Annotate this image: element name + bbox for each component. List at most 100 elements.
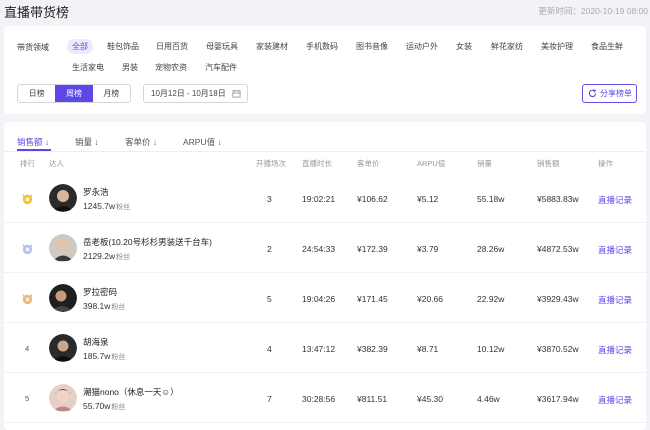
category-beauty-care[interactable]: 美妆护理 [541, 39, 573, 54]
period-weekly[interactable]: 周榜 [55, 85, 93, 102]
category-mens-wear[interactable]: 男装 [122, 60, 138, 75]
arpu-value: ¥5.12 [417, 194, 439, 204]
sort-by-sales[interactable]: 销售额 ↓ [17, 136, 49, 148]
avatar [49, 334, 77, 362]
divider [4, 151, 646, 152]
date-range-picker[interactable]: 10月12日 - 10月18日 [143, 84, 248, 103]
page-title: 直播带货榜 [4, 5, 70, 20]
live-record-link[interactable]: 直播记录 [598, 244, 632, 256]
duration-value: 19:04:26 [302, 294, 336, 304]
streamer-name[interactable]: 罗拉密码 [83, 286, 117, 298]
sales-value: ¥5883.83w [537, 194, 579, 204]
volume-value: 55.18w [477, 194, 505, 204]
category-books-media[interactable]: 图书音像 [356, 39, 388, 54]
live-record-link[interactable]: 直播记录 [598, 344, 632, 356]
sort-by-unit-price[interactable]: 客单价 ↓ [125, 136, 157, 148]
sales-value: ¥3929.43w [537, 294, 579, 304]
avatar [49, 184, 77, 212]
header-streamer: 达人 [49, 159, 64, 168]
sort-by-arpu[interactable]: ARPU值 ↓ [183, 136, 222, 148]
avatar [49, 284, 77, 312]
sort-by-volume[interactable]: 销量 ↓ [75, 136, 99, 148]
category-label: 带货领域 [17, 43, 49, 52]
bronze-medal-icon [22, 293, 33, 305]
header-volume: 销量 [477, 159, 492, 168]
category-pets-agri[interactable]: 宠物农资 [155, 60, 187, 75]
live-record-link[interactable]: 直播记录 [598, 194, 632, 206]
live-record-link[interactable]: 直播记录 [598, 394, 632, 406]
table-row: 岳老板(10.20号杉杉男装送千台车) 2129.2w粉丝 2 24:54:33… [4, 223, 646, 273]
category-shoes-bags[interactable]: 鞋包饰品 [107, 39, 139, 54]
unit-price-value: ¥171.45 [357, 294, 388, 304]
unit-price-value: ¥106.62 [357, 194, 388, 204]
arpu-value: ¥45.30 [417, 394, 443, 404]
table-row: 罗拉密码 398.1w粉丝 5 19:04:26 ¥171.45 ¥20.66 … [4, 273, 646, 323]
unit-price-value: ¥382.39 [357, 344, 388, 354]
header-sessions: 开播场次 [256, 159, 286, 168]
table-row: 罗永浩 1245.7w粉丝 3 19:02:21 ¥106.62 ¥5.12 5… [4, 173, 646, 223]
streamer-name[interactable]: 潮猫nono（休息一天☺） [83, 386, 179, 398]
period-toggle: 日榜 周榜 月榜 [17, 84, 131, 103]
table-row: 5 潮猫nono（休息一天☺） 55.70w粉丝 7 30:28:56 ¥811… [4, 373, 646, 423]
sales-value: ¥3870.52w [537, 344, 579, 354]
unit-price-value: ¥811.51 [357, 394, 388, 404]
header-arpu: ARPU值 [417, 159, 446, 168]
duration-value: 13:47:12 [302, 344, 336, 354]
category-baby-toys[interactable]: 母婴玩具 [206, 39, 238, 54]
fans-count: 55.70w粉丝 [83, 401, 126, 411]
streamer-name[interactable]: 胡海泉 [83, 336, 109, 348]
fans-count: 185.7w粉丝 [83, 351, 126, 361]
rank-number: 5 [25, 394, 30, 403]
gold-medal-icon [22, 193, 33, 205]
category-flowers-textiles[interactable]: 鲜花家纺 [491, 39, 523, 54]
share-ranking-button[interactable]: 分享榜单 [582, 84, 637, 103]
avatar [49, 384, 77, 412]
fans-count: 398.1w粉丝 [83, 301, 126, 311]
volume-value: 22.92w [477, 294, 505, 304]
streamer-name[interactable]: 岳老板(10.20号杉杉男装送千台车) [83, 236, 212, 248]
unit-price-value: ¥172.39 [357, 244, 388, 254]
rank-number: 4 [25, 344, 30, 353]
live-record-link[interactable]: 直播记录 [598, 294, 632, 306]
silver-medal-icon [22, 243, 33, 255]
calendar-icon [232, 89, 241, 98]
share-ranking-label: 分享榜单 [600, 89, 632, 98]
volume-value: 28.26w [477, 244, 505, 254]
category-phones-digital[interactable]: 手机数码 [306, 39, 338, 54]
header-unit-price: 客单价 [357, 159, 380, 168]
fans-count: 1245.7w粉丝 [83, 201, 131, 211]
sales-value: ¥4872.53w [537, 244, 579, 254]
arpu-value: ¥20.66 [417, 294, 443, 304]
duration-value: 19:02:21 [302, 194, 336, 204]
sessions-value: 3 [267, 194, 272, 204]
date-range-value: 10月12日 - 10月18日 [151, 89, 226, 98]
category-sports-outdoor[interactable]: 运动户外 [406, 39, 438, 54]
sessions-value: 7 [267, 394, 272, 404]
category-all[interactable]: 全部 [67, 39, 93, 54]
filter-panel: 带货领域 全部 鞋包饰品 日用百货 母婴玩具 家装建材 手机数码 图书音像 运动… [4, 26, 646, 114]
category-womens-wear[interactable]: 女装 [456, 39, 472, 54]
period-daily[interactable]: 日榜 [18, 85, 55, 102]
period-monthly[interactable]: 月榜 [93, 85, 130, 102]
sessions-value: 2 [267, 244, 272, 254]
sales-value: ¥3617.94w [537, 394, 579, 404]
streamer-name[interactable]: 罗永浩 [83, 186, 109, 198]
category-home-appliances[interactable]: 生活家电 [72, 60, 104, 75]
arpu-value: ¥8.71 [417, 344, 439, 354]
category-home-building[interactable]: 家装建材 [256, 39, 288, 54]
arpu-value: ¥3.79 [417, 244, 439, 254]
avatar [49, 234, 77, 262]
ranking-table: 销售额 ↓ 销量 ↓ 客单价 ↓ ARPU值 ↓ 排行 达人 开播场次 直播时长… [4, 122, 646, 430]
sessions-value: 5 [267, 294, 272, 304]
duration-value: 30:28:56 [302, 394, 336, 404]
category-daily-goods[interactable]: 日用百货 [156, 39, 188, 54]
duration-value: 24:54:33 [302, 244, 336, 254]
header-rank: 排行 [20, 159, 35, 168]
header-duration: 直播时长 [302, 159, 332, 168]
category-fresh-food[interactable]: 食品生鲜 [591, 39, 623, 54]
refresh-icon [588, 89, 597, 98]
sessions-value: 4 [267, 344, 272, 354]
volume-value: 10.12w [477, 344, 505, 354]
header-action: 操作 [598, 159, 613, 168]
category-auto-parts[interactable]: 汽车配件 [205, 60, 237, 75]
